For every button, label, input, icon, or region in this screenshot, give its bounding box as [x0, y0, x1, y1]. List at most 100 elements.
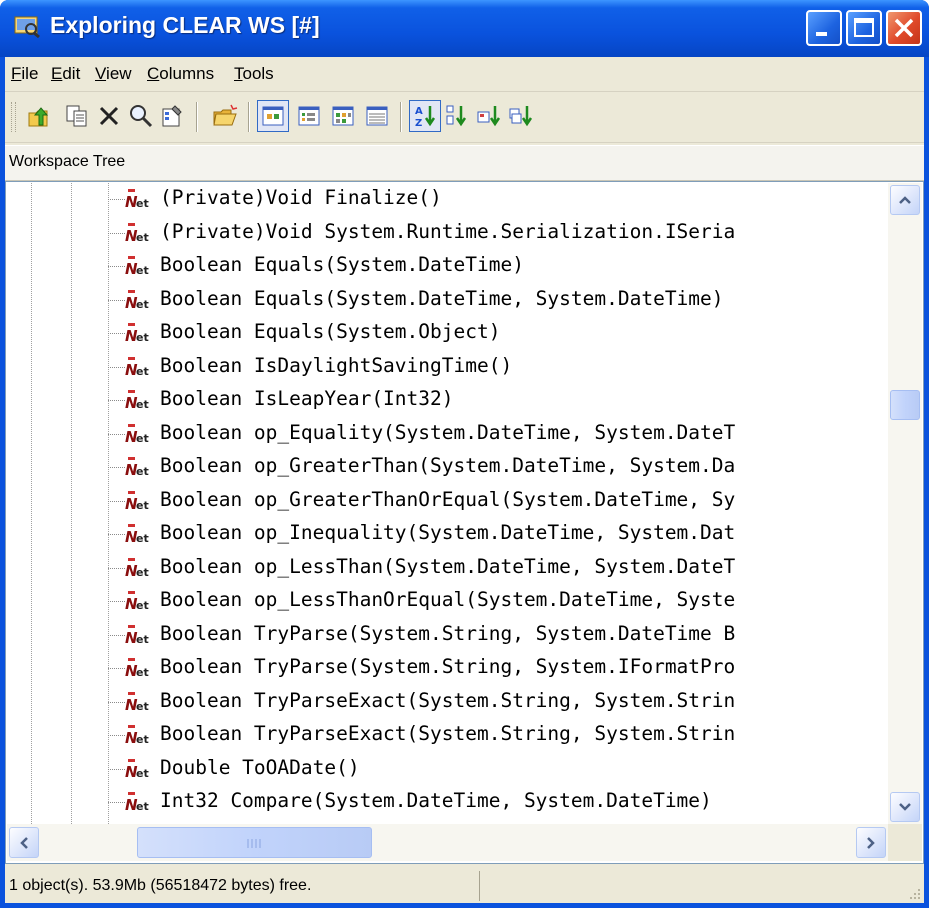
resize-grip-icon[interactable]: [906, 885, 922, 901]
tree-row[interactable]: Net Boolean TryParse(System.String, Syste…: [7, 619, 888, 652]
chevron-right-icon: [867, 836, 875, 849]
tree-connector-line: [108, 299, 125, 301]
tree-row[interactable]: Net Boolean TryParse(System.String, Syste…: [7, 652, 888, 685]
svg-text:et: et: [136, 733, 149, 746]
menu-file[interactable]: File: [11, 64, 38, 84]
toolbar-grip[interactable]: [11, 102, 16, 132]
tree-row[interactable]: Net (Private)Void System.Runtime.Serializ…: [7, 217, 888, 250]
svg-text:A: A: [415, 106, 423, 117]
tree-row[interactable]: Net (Private)Void Finalize(): [7, 183, 888, 216]
scroll-up-button[interactable]: [890, 185, 920, 215]
tree-connector-line: [108, 500, 125, 502]
sort-date-icon: [509, 106, 533, 127]
tree-row[interactable]: Net Boolean Equals(System.DateTime): [7, 250, 888, 283]
tree-row[interactable]: Net Boolean op_GreaterThan(System.DateTim…: [7, 451, 888, 484]
tree-connector-line: [108, 735, 125, 736]
dotnet-method-icon: Net: [125, 758, 149, 781]
title-bar[interactable]: Exploring CLEAR WS [#]: [0, 0, 929, 57]
svg-text:et: et: [136, 666, 149, 679]
tree-row[interactable]: Net Boolean TryParseExact(System.String, …: [7, 686, 888, 719]
tree-row[interactable]: Net Boolean op_Equality(System.DateTime, …: [7, 418, 888, 451]
tree-row[interactable]: Net Boolean IsDaylightSavingTime(): [7, 351, 888, 384]
menu-edit[interactable]: Edit: [51, 64, 80, 84]
method-signature: Boolean TryParse(System.String, System.D…: [160, 621, 736, 645]
tree-row[interactable]: Net Double ToOADate(): [7, 753, 888, 786]
find-icon: [130, 105, 153, 128]
svg-text:et: et: [136, 398, 149, 411]
vertical-scroll-thumb[interactable]: [890, 390, 920, 421]
large-icons-view-icon: [262, 106, 284, 126]
method-signature: Boolean Equals(System.Object): [160, 320, 501, 343]
svg-text:et: et: [136, 465, 149, 478]
tree-connector-line: [108, 333, 125, 334]
copy-button[interactable]: [61, 100, 93, 132]
open-folder-button[interactable]: [209, 100, 241, 132]
sort-az-button[interactable]: A Z: [409, 100, 441, 132]
tree-row[interactable]: Net Boolean op_LessThan(System.DateTime, …: [7, 552, 888, 585]
dotnet-method-icon: Net: [125, 189, 149, 211]
scrollbar-corner: [888, 824, 922, 861]
explorer-window: Exploring CLEAR WS [#] File Edit View Co…: [0, 0, 929, 908]
properties-button[interactable]: [157, 100, 189, 132]
tree-connector-line: [108, 668, 125, 669]
menu-file-label: File: [11, 64, 39, 83]
svg-text:et: et: [136, 700, 149, 713]
method-signature: Boolean op_LessThan(System.DateTime, Sys…: [160, 554, 736, 578]
small-icons-view-button[interactable]: [293, 100, 325, 132]
minimize-button[interactable]: [806, 10, 842, 46]
delete-button[interactable]: [93, 100, 125, 132]
tree-connector-line: [108, 634, 125, 636]
workspace-tree-header-label: Workspace Tree: [9, 153, 126, 170]
sort-size-button[interactable]: [473, 100, 505, 132]
tree-row[interactable]: Net Boolean op_Inequality(System.DateTime…: [7, 518, 888, 551]
find-button[interactable]: [125, 100, 157, 132]
svg-text:et: et: [136, 532, 149, 545]
method-signature: Boolean Equals(System.DateTime): [160, 253, 524, 276]
scroll-down-button[interactable]: [890, 792, 920, 822]
tree-connector-line: [108, 433, 125, 435]
horizontal-scrollbar[interactable]: [7, 824, 888, 861]
svg-text:et: et: [136, 264, 149, 277]
toolbar: A Z: [5, 92, 924, 143]
details-view-button[interactable]: [361, 100, 393, 132]
maximize-button[interactable]: [846, 10, 882, 46]
menu-columns-label: Columns: [147, 64, 215, 83]
chevron-left-icon: [20, 836, 28, 849]
tree-row[interactable]: Net Boolean op_LessThanOrEqual(System.Dat…: [7, 585, 888, 618]
list-view-button[interactable]: [327, 100, 359, 132]
sort-az-icon: A Z: [415, 106, 436, 129]
tree-row[interactable]: Net Boolean Equals(System.DateTime, Syste…: [7, 284, 888, 317]
dotnet-method-icon: Net: [125, 725, 149, 747]
scroll-right-button[interactable]: [856, 827, 886, 858]
menu-tools[interactable]: Tools: [234, 64, 274, 84]
small-icons-view-icon: [298, 106, 320, 126]
scroll-left-button[interactable]: [9, 827, 39, 858]
up-folder-button[interactable]: [23, 100, 55, 132]
workspace-tree: Net (Private)Void Finalize() Net (Private)V…: [5, 181, 924, 864]
tree-connector-line: [108, 802, 125, 803]
menu-columns[interactable]: Columns: [147, 64, 214, 84]
method-signature: Boolean op_GreaterThan(System.DateTime, …: [160, 454, 736, 477]
svg-text:et: et: [136, 298, 149, 311]
tree-connector-line: [108, 768, 125, 770]
tree-row[interactable]: Net Boolean IsLeapYear(Int32): [7, 384, 888, 417]
close-button[interactable]: [886, 10, 922, 46]
tree-viewport[interactable]: Net (Private)Void Finalize() Net (Private)V…: [7, 183, 888, 824]
menu-view-label: View: [95, 64, 132, 83]
sort-type-button[interactable]: [441, 100, 473, 132]
tree-row[interactable]: Net Int32 Compare(System.DateTime, System…: [7, 786, 888, 819]
large-icons-view-button[interactable]: [257, 100, 289, 132]
svg-text:et: et: [136, 599, 149, 612]
tree-connector-line: [108, 534, 125, 535]
vertical-scrollbar[interactable]: [888, 183, 922, 824]
app-icon: [14, 16, 40, 38]
horizontal-scroll-thumb[interactable]: [137, 827, 372, 858]
tree-row[interactable]: Net Boolean TryParseExact(System.String, …: [7, 719, 888, 752]
method-signature: (Private)Void Finalize(): [160, 186, 442, 209]
svg-text:Z: Z: [415, 118, 422, 129]
status-pane-main: 1 object(s). 53.9Mb (56518472 bytes) fre…: [5, 871, 480, 901]
sort-date-button[interactable]: [505, 100, 537, 132]
tree-row[interactable]: Net Boolean op_GreaterThanOrEqual(System.…: [7, 485, 888, 518]
tree-row[interactable]: Net Boolean Equals(System.Object): [7, 317, 888, 350]
menu-view[interactable]: View: [95, 64, 132, 84]
